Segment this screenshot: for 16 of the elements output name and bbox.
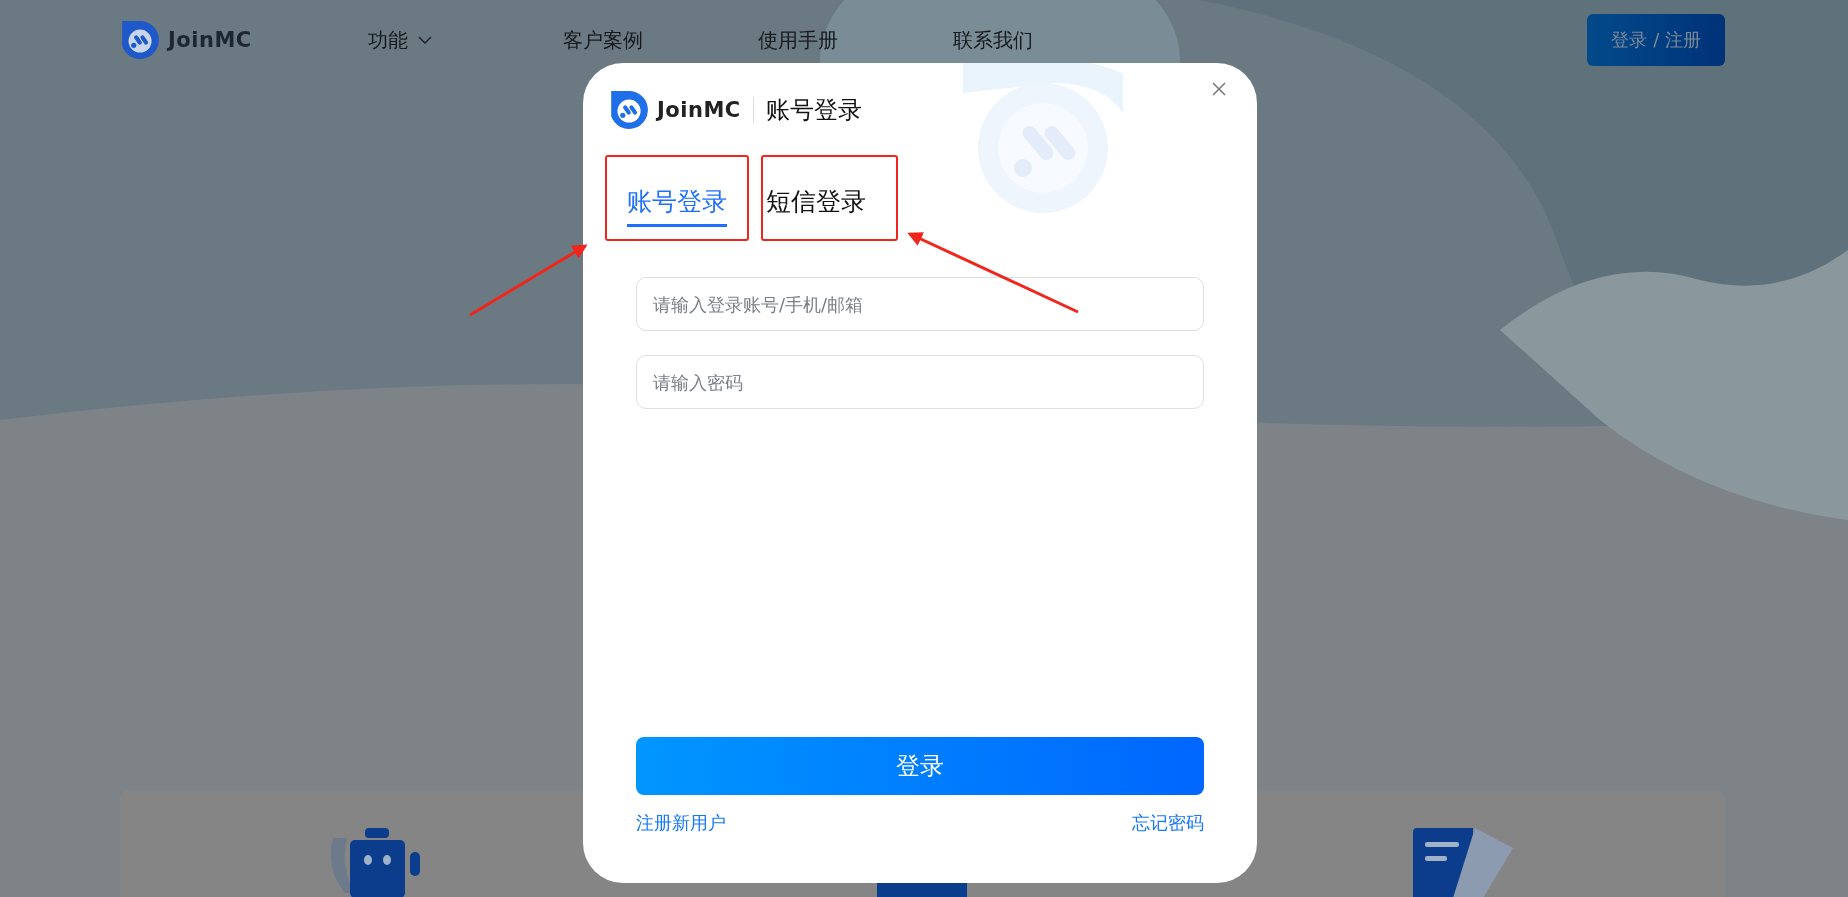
login-tab[interactable]: 短信登录 [761, 155, 898, 241]
login-tab[interactable]: 账号登录 [605, 155, 749, 241]
login-button[interactable]: 登录 [636, 737, 1204, 795]
logo-text: JoinMC [657, 98, 741, 122]
chevron-down-icon [418, 36, 432, 44]
nav-link[interactable]: 使用手册 [758, 26, 953, 54]
register-link[interactable]: 注册新用户 [636, 811, 726, 835]
input-field[interactable]: 请输入密码 [636, 355, 1204, 409]
login-register-button[interactable]: 登录 / 注册 [1587, 14, 1725, 66]
dialog-title: 账号登录 [765, 95, 862, 126]
nav-link[interactable]: 联系我们 [953, 26, 1148, 54]
input-field[interactable]: 请输入登录账号/手机/邮箱 [636, 277, 1204, 331]
forgot-password-link[interactable]: 忘记密码 [1132, 811, 1204, 835]
nav-link[interactable]: 功能 [368, 26, 563, 54]
logo-text: JoinMC [168, 28, 252, 52]
nav-link[interactable]: 客户案例 [563, 26, 758, 54]
